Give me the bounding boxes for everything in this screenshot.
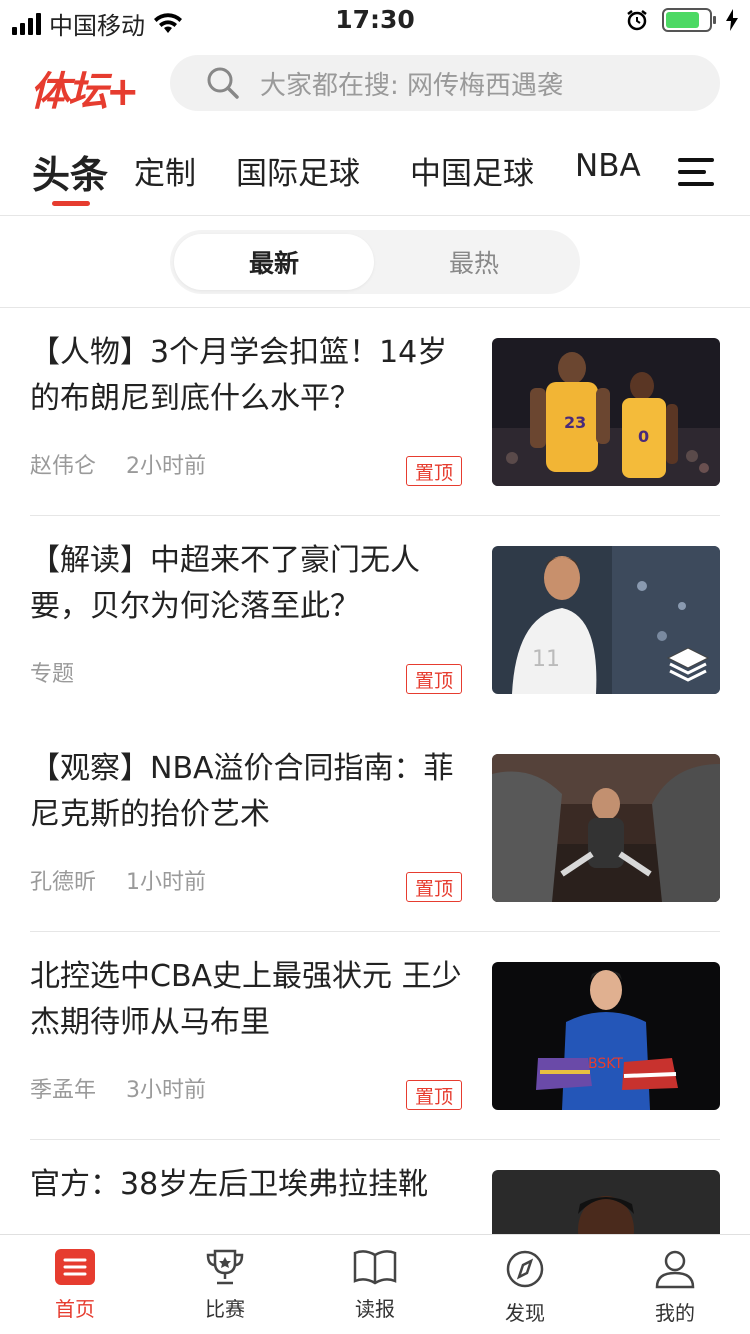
bottom-navigation: 首页 比赛 读报 发现 我的: [0, 1234, 750, 1334]
pinned-badge: 置顶: [406, 872, 462, 902]
news-title: 北控选中CBA史上最强状元 王少杰期待师从马布里: [30, 959, 462, 1040]
menu-icon[interactable]: [678, 158, 714, 186]
battery-icon: [662, 8, 716, 32]
news-time: 1小时前: [126, 870, 207, 895]
trophy-icon: [206, 1249, 244, 1285]
news-thumbnail: 23 0: [492, 338, 720, 486]
sort-segment: 最新 最热: [170, 230, 580, 294]
news-thumbnail: [492, 1170, 720, 1234]
tab-china-football[interactable]: 中国足球: [410, 148, 534, 193]
charging-icon: [726, 9, 738, 31]
nav-newspaper[interactable]: 读报: [300, 1235, 450, 1334]
news-meta: 专题: [30, 656, 74, 688]
search-bar[interactable]: 大家都在搜: 网传梅西遇袭: [170, 55, 720, 111]
app-logo: 体坛+: [30, 69, 140, 115]
book-icon: [353, 1250, 397, 1285]
news-author: 专题: [30, 662, 75, 687]
news-time: 3小时前: [126, 1078, 207, 1103]
channel-tabs: 头条 定制 国际足球 中国足球 NBA: [0, 140, 750, 216]
news-thumbnail: [492, 754, 720, 902]
nav-profile-label: 我的: [655, 1301, 695, 1325]
pinned-badge: 置顶: [406, 1080, 462, 1110]
gallery-icon: [666, 647, 710, 682]
nav-discover-label: 发现: [505, 1301, 545, 1325]
tab-international-football[interactable]: 国际足球: [236, 148, 360, 193]
status-right: [626, 8, 738, 32]
nav-matches-label: 比赛: [205, 1297, 245, 1321]
segment-hottest[interactable]: 最热: [374, 234, 574, 290]
compass-icon: [506, 1250, 544, 1288]
news-thumbnail: BSKT: [492, 962, 720, 1110]
status-bar: 中国移动 17:30: [0, 0, 750, 40]
news-item[interactable]: 官方：38岁左后卫埃弗拉挂靴: [30, 1140, 720, 1234]
app-header: 体坛+ 大家都在搜: 网传梅西遇袭: [0, 55, 750, 115]
news-author: 孔德昕: [30, 870, 97, 895]
home-icon: [55, 1249, 95, 1285]
svg-text:23: 23: [564, 413, 586, 432]
sort-segment-container: 最新 最热: [0, 216, 750, 308]
news-feed: 【人物】3个月学会扣篮！14岁的布朗尼到底什么水平？ 赵伟仑 2小时前 置顶 2…: [0, 308, 750, 1234]
alarm-icon: [627, 10, 647, 31]
news-meta: 孔德昕 1小时前: [30, 864, 206, 896]
news-title: 【人物】3个月学会扣篮！14岁的布朗尼到底什么水平？: [30, 335, 448, 416]
pinned-badge: 置顶: [406, 664, 462, 694]
news-item[interactable]: 【解读】中超来不了豪门无人要，贝尔为何沦落至此？ 专题 置顶 11: [30, 516, 720, 724]
nav-home-label: 首页: [55, 1297, 95, 1321]
segment-newest[interactable]: 最新: [174, 234, 374, 290]
news-meta: 季孟年 3小时前: [30, 1072, 206, 1104]
news-thumbnail: 11: [492, 546, 720, 694]
svg-text:0: 0: [638, 427, 649, 446]
news-item[interactable]: 【人物】3个月学会扣篮！14岁的布朗尼到底什么水平？ 赵伟仑 2小时前 置顶 2…: [30, 308, 720, 516]
news-author: 赵伟仑: [30, 454, 97, 479]
nav-profile[interactable]: 我的: [600, 1235, 750, 1334]
nav-newspaper-label: 读报: [355, 1297, 395, 1321]
news-item[interactable]: 北控选中CBA史上最强状元 王少杰期待师从马布里 季孟年 3小时前 置顶 BSK…: [30, 932, 720, 1140]
news-title: 官方：38岁左后卫埃弗拉挂靴: [30, 1167, 429, 1202]
tab-nba[interactable]: NBA: [575, 148, 641, 184]
nav-discover[interactable]: 发现: [450, 1235, 600, 1334]
news-title: 【观察】NBA溢价合同指南：菲尼克斯的抬价艺术: [30, 751, 454, 832]
tab-headlines[interactable]: 头条: [32, 144, 108, 199]
nav-home[interactable]: 首页: [0, 1235, 150, 1334]
nav-matches[interactable]: 比赛: [150, 1235, 300, 1334]
tab-custom[interactable]: 定制: [134, 148, 196, 193]
pinned-badge: 置顶: [406, 456, 462, 486]
svg-text:11: 11: [532, 647, 560, 672]
active-tab-indicator: [52, 201, 90, 206]
svg-text:BSKT: BSKT: [588, 1056, 623, 1072]
news-author: 季孟年: [30, 1078, 97, 1103]
search-icon: [207, 67, 239, 99]
profile-icon: [655, 1250, 695, 1289]
search-placeholder: 大家都在搜: 网传梅西遇袭: [260, 70, 564, 101]
news-title: 【解读】中超来不了豪门无人要，贝尔为何沦落至此？: [30, 543, 420, 624]
news-meta: 赵伟仑 2小时前: [30, 448, 206, 480]
news-time: 2小时前: [126, 454, 207, 479]
news-item[interactable]: 【观察】NBA溢价合同指南：菲尼克斯的抬价艺术 孔德昕 1小时前 置顶: [30, 724, 720, 932]
